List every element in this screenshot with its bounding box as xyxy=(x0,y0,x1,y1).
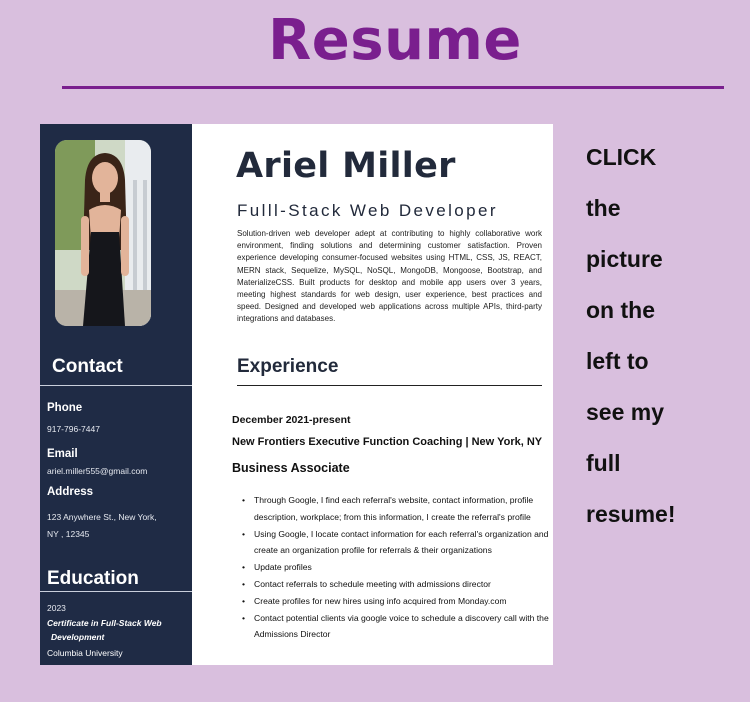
list-item: Update profiles xyxy=(242,559,552,576)
experience-divider xyxy=(237,385,542,386)
address-line-1: 123 Anywhere St., New York, xyxy=(47,512,157,522)
title-divider xyxy=(62,86,724,89)
resume-summary: Solution-driven web developer adept at c… xyxy=(237,229,542,324)
resume-picture-link[interactable]: Contact Phone 917-796-7447 Email ariel.m… xyxy=(40,124,553,665)
instruction-word: CLICK xyxy=(586,144,657,170)
instruction-word: see my xyxy=(586,399,665,425)
address-line-2: NY , 12345 xyxy=(47,529,90,539)
experience-date: December 2021-present xyxy=(232,414,351,426)
phone-label: Phone xyxy=(47,402,83,414)
contact-divider xyxy=(40,385,192,386)
profile-photo xyxy=(55,140,151,326)
instruction-word: resume! xyxy=(586,501,676,527)
resume-main: Ariel Miller Fulll-Stack Web Developer S… xyxy=(192,124,553,665)
list-item: Contact referrals to schedule meeting wi… xyxy=(242,576,552,593)
experience-bullets: Through Google, I find each referral's w… xyxy=(242,492,552,643)
resume-role: Fulll-Stack Web Developer xyxy=(237,201,498,220)
experience-heading: Experience xyxy=(237,356,339,377)
education-heading: Education xyxy=(47,568,139,589)
education-certificate-line-2: Development xyxy=(51,632,105,642)
page-title: Resume xyxy=(268,8,522,73)
instruction-word: left to xyxy=(586,348,649,374)
education-certificate-line-1: Certificate in Full-Stack Web xyxy=(47,618,162,628)
resume-name: Ariel Miller xyxy=(236,146,456,186)
list-item: Through Google, I find each referral's w… xyxy=(242,492,552,526)
resume-sidebar: Contact Phone 917-796-7447 Email ariel.m… xyxy=(40,124,192,665)
experience-role: Business Associate xyxy=(232,461,350,475)
instruction-word: picture xyxy=(586,246,663,272)
contact-heading: Contact xyxy=(52,356,123,377)
experience-organization: New Frontiers Executive Function Coachin… xyxy=(232,436,543,448)
list-item: Contact potential clients via google voi… xyxy=(242,610,552,644)
instruction-word: the xyxy=(586,195,621,221)
phone-value: 917-796-7447 xyxy=(47,424,100,434)
list-item: Using Google, I locate contact informati… xyxy=(242,526,552,560)
address-label: Address xyxy=(47,486,94,498)
list-item: Create profiles for new hires using info… xyxy=(242,593,552,610)
email-value: ariel.miller555@gmail.com xyxy=(47,466,148,476)
email-label: Email xyxy=(47,448,78,460)
education-divider xyxy=(40,591,192,592)
education-year: 2023 xyxy=(47,603,66,613)
instruction-word: on the xyxy=(586,297,655,323)
education-school: Columbia University xyxy=(47,648,123,658)
instruction-word: full xyxy=(586,450,621,476)
click-instruction: CLICK the picture on the left to see my … xyxy=(586,132,736,540)
